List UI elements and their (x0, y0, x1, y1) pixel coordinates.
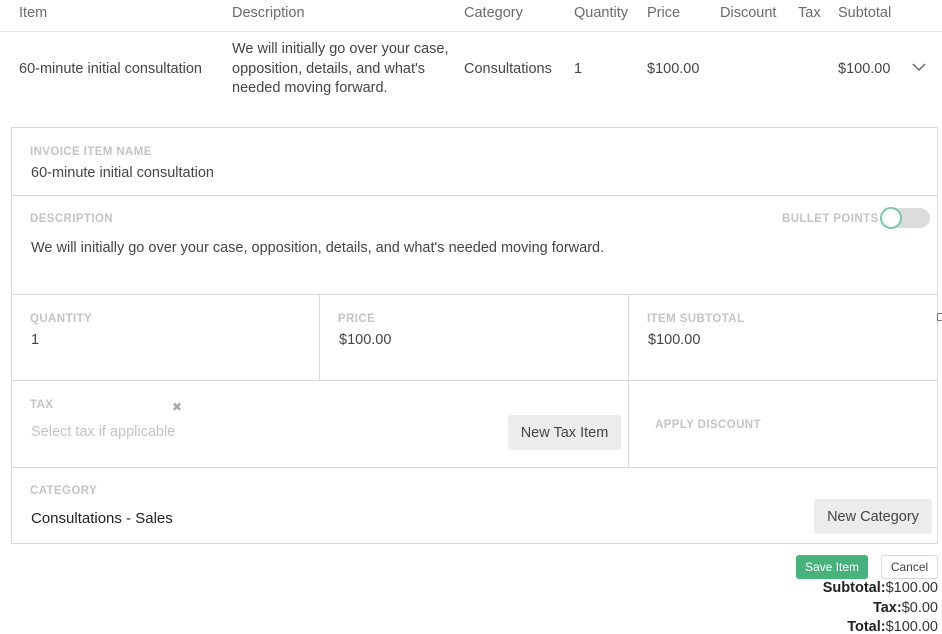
price-label: PRICE (338, 313, 376, 325)
price-field[interactable]: $100.00 (339, 332, 391, 348)
total-label: Total: (847, 619, 886, 634)
save-item-button[interactable]: Save Item (796, 555, 868, 579)
row-description: We will initially go over your case, opp… (232, 41, 449, 96)
cancel-button[interactable]: Cancel (881, 555, 938, 579)
category-label: CATEGORY (30, 485, 98, 497)
tax-total-value: $0.00 (901, 600, 938, 616)
bullet-points-toggle[interactable] (880, 207, 930, 229)
item-edit-form: INVOICE ITEM NAME 60-minute initial cons… (11, 127, 938, 544)
row-category: Consultations (464, 61, 552, 77)
divider (628, 295, 629, 380)
row-quantity: 1 (574, 61, 583, 77)
quantity-field[interactable]: 1 (31, 332, 39, 348)
header-item: Item (19, 5, 48, 21)
header-description: Description (232, 5, 305, 21)
divider (628, 381, 629, 467)
totals-tax: Tax:$0.00 (873, 600, 938, 616)
tax-total-label: Tax: (872, 600, 902, 616)
item-subtotal-value: $100.00 (648, 332, 701, 348)
row-item: 60-minute initial consultation (19, 61, 202, 77)
item-name-section[interactable]: INVOICE ITEM NAME 60-minute initial cons… (12, 128, 937, 196)
toggle-knob (880, 207, 902, 229)
header-category: Category (464, 5, 523, 21)
close-icon[interactable]: ✖ (172, 400, 182, 414)
row-price: $100.00 (647, 61, 700, 77)
header-price: Price (647, 5, 681, 21)
item-subtotal-label: ITEM SUBTOTAL (647, 313, 745, 325)
chevron-down-icon[interactable] (909, 58, 929, 78)
tax-section: TAX Select tax if applicable New Tax Ite… (12, 381, 937, 468)
amounts-section: QUANTITY 1 PRICE $100.00 ITEM SUBTOTAL $… (12, 295, 937, 381)
bullet-points-label: BULLET POINTS (782, 213, 879, 225)
totals-subtotal: Subtotal:$100.00 (823, 580, 938, 596)
header-tax: Tax (798, 5, 821, 21)
total-value: $100.00 (885, 619, 938, 634)
resize-handle (937, 313, 942, 321)
description-field[interactable]: We will initially go over your case, opp… (31, 240, 604, 256)
description-section: DESCRIPTION BULLET POINTS We will initia… (12, 196, 937, 295)
item-name-field[interactable]: 60-minute initial consultation (31, 165, 214, 181)
subtotal-value: $100.00 (885, 580, 938, 596)
item-name-label: INVOICE ITEM NAME (30, 146, 152, 158)
apply-discount-link[interactable]: APPLY DISCOUNT (655, 419, 761, 431)
tax-label: TAX (30, 399, 54, 411)
header-subtotal: Subtotal (838, 5, 892, 21)
category-section: CATEGORY Consultations - Sales New Categ… (12, 468, 937, 544)
table-row[interactable]: 60-minute initial consultation We will i… (0, 33, 942, 107)
totals-total: Total:$100.00 (847, 619, 938, 634)
subtotal-label: Subtotal: (822, 580, 886, 596)
category-select[interactable]: Consultations - Sales (31, 510, 173, 527)
description-label: DESCRIPTION (30, 213, 113, 225)
tax-select[interactable]: Select tax if applicable (31, 424, 175, 440)
header-discount: Discount (720, 5, 777, 21)
row-subtotal: $100.00 (838, 61, 891, 77)
new-category-button[interactable]: New Category (814, 499, 932, 534)
table-header: Item Description Category Quantity Price… (0, 0, 942, 32)
new-tax-item-button[interactable]: New Tax Item (508, 415, 621, 450)
header-quantity: Quantity (574, 5, 628, 21)
divider (319, 295, 320, 380)
quantity-label: QUANTITY (30, 313, 92, 325)
